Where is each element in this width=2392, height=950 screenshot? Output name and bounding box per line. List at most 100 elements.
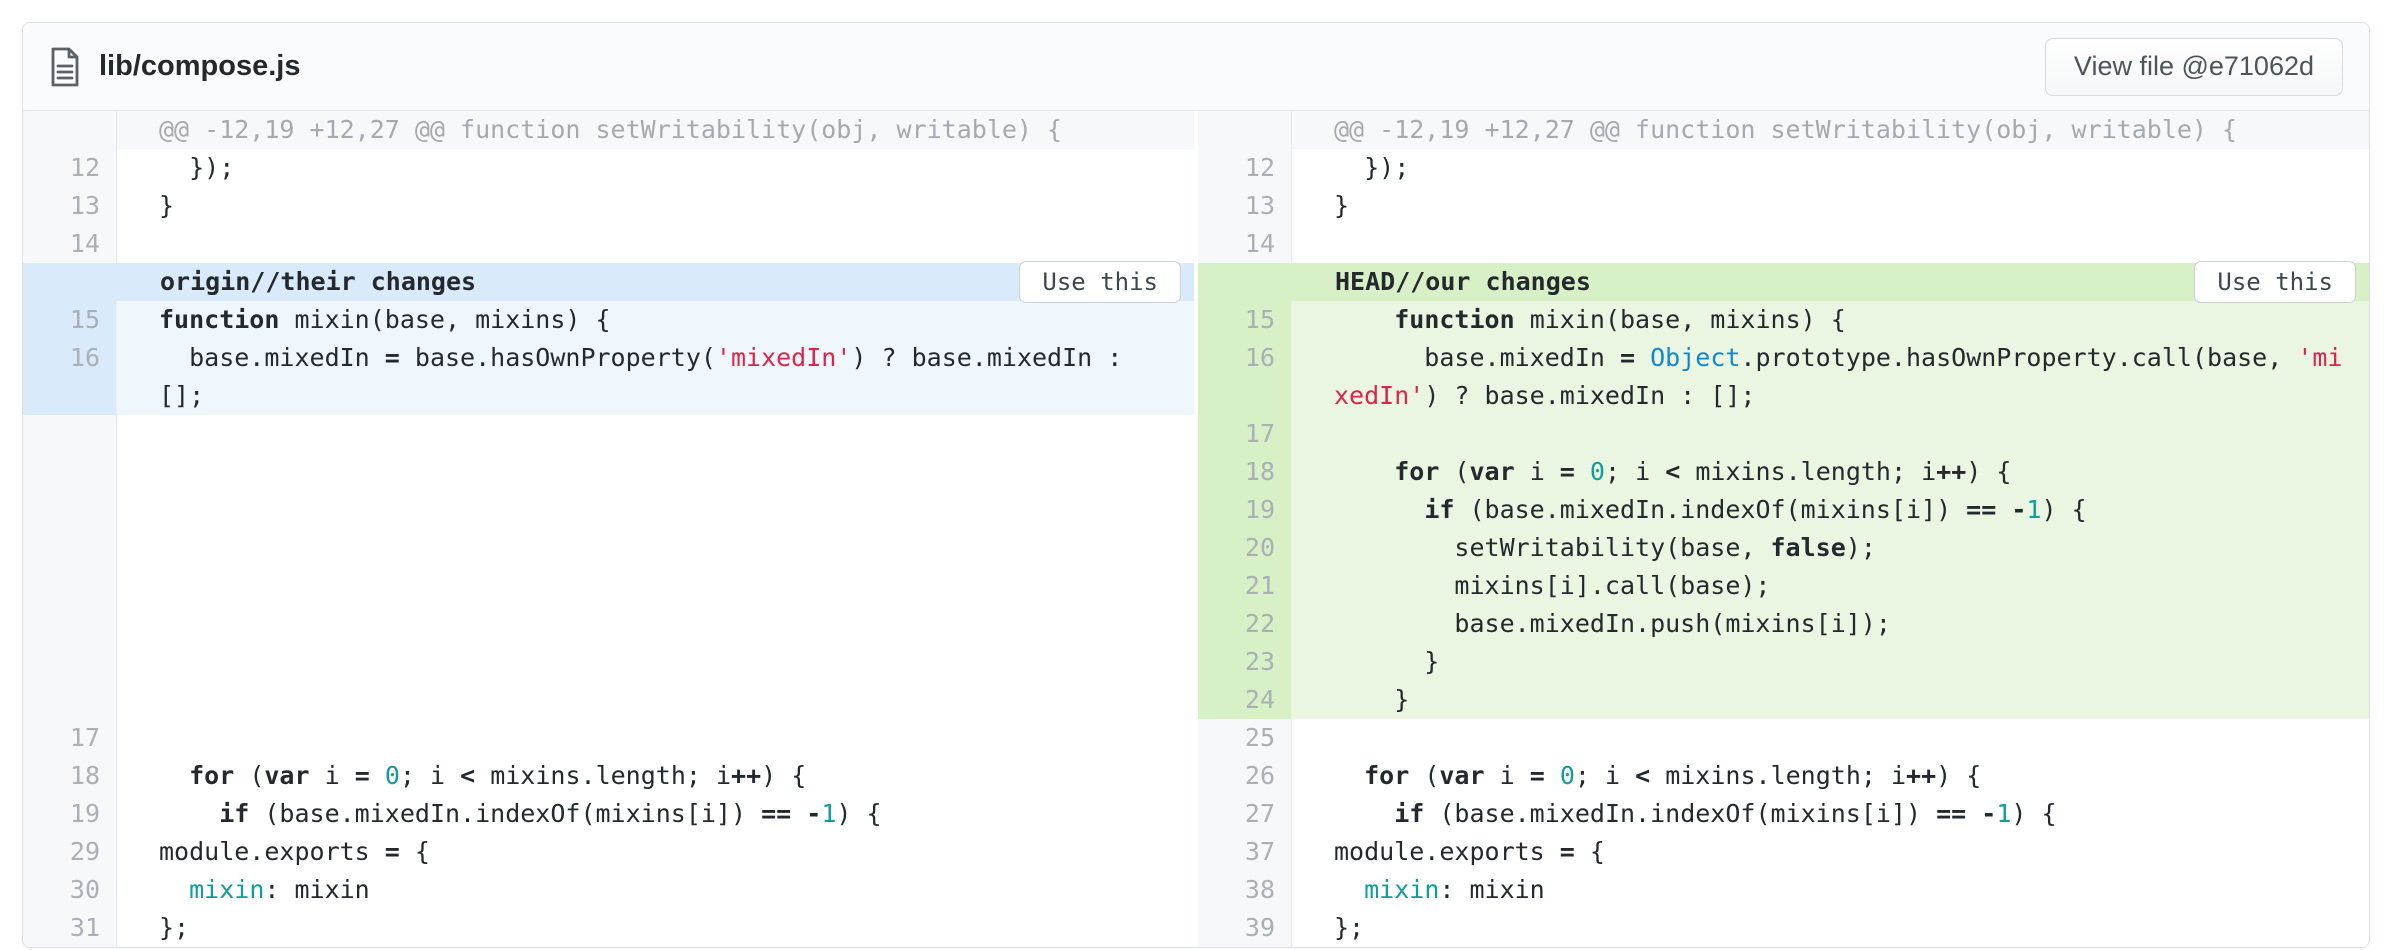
code-line: if (base.mixedIn.indexOf(mixins[i]) == -… xyxy=(1292,491,2369,529)
code-line: }); xyxy=(117,149,1194,187)
line-number: 21 xyxy=(1198,567,1292,605)
code-line: setWritability(base, false); xyxy=(1292,529,2369,567)
code-line: }; xyxy=(1292,909,2369,947)
line-number: 24 xyxy=(1198,681,1292,719)
file-icon xyxy=(49,47,81,87)
use-this-button[interactable]: Use this xyxy=(1019,261,1181,303)
use-this-button[interactable]: Use this xyxy=(2194,261,2356,303)
diff-row: 19 if (base.mixedIn.indexOf(mixins[i]) =… xyxy=(1198,491,2369,529)
code-line: } xyxy=(117,187,1194,225)
line-number: 18 xyxy=(23,757,117,795)
line-number xyxy=(23,377,117,415)
line-number: 20 xyxy=(1198,529,1292,567)
line-number: 25 xyxy=(1198,719,1292,757)
code-line: base.mixedIn = Object.prototype.hasOwnPr… xyxy=(1292,339,2369,377)
line-number: 13 xyxy=(1198,187,1292,225)
line-number xyxy=(23,415,117,719)
code-line xyxy=(117,415,1194,719)
pane-ours: @@ -12,19 +12,27 @@ function setWritabil… xyxy=(1198,111,2369,947)
line-number: 38 xyxy=(1198,871,1292,909)
diff-row: 25 xyxy=(1198,719,2369,757)
pane-theirs: @@ -12,19 +12,27 @@ function setWritabil… xyxy=(23,111,1194,947)
diff-row: 22 base.mixedIn.push(mixins[i]); xyxy=(1198,605,2369,643)
hunk-header-row: @@ -12,19 +12,27 @@ function setWritabil… xyxy=(1198,111,2369,149)
diff-row: 17 xyxy=(23,719,1194,757)
code-line xyxy=(1292,225,2369,263)
diff-row: 17 xyxy=(1198,415,2369,453)
diff-row: 37module.exports = { xyxy=(1198,833,2369,871)
diff-row: 13} xyxy=(23,187,1194,225)
diff-row: 30 mixin: mixin xyxy=(23,871,1194,909)
line-number: 17 xyxy=(23,719,117,757)
line-number: 13 xyxy=(23,187,117,225)
code-line xyxy=(117,225,1194,263)
diff-row: 15 function mixin(base, mixins) { xyxy=(1198,301,2369,339)
filler-row xyxy=(23,415,1194,719)
diff-row: 18 for (var i = 0; i < mixins.length; i+… xyxy=(1198,453,2369,491)
diff-row: 39}; xyxy=(1198,909,2369,947)
diff-row: xedIn') ? base.mixedIn : []; xyxy=(1198,377,2369,415)
diff-row: 14 xyxy=(23,225,1194,263)
code-line: []; xyxy=(117,377,1194,415)
code-line xyxy=(117,719,1194,757)
code-line: mixin: mixin xyxy=(1292,871,2369,909)
code-line: }); xyxy=(1292,149,2369,187)
diff-row: 29module.exports = { xyxy=(23,833,1194,871)
diff-row: 31}; xyxy=(23,909,1194,947)
line-number: 18 xyxy=(1198,453,1292,491)
diff-row: 23 } xyxy=(1198,643,2369,681)
line-number: 14 xyxy=(1198,225,1292,263)
file-header: lib/compose.js View file @e71062d xyxy=(23,23,2369,111)
line-number: 16 xyxy=(23,339,117,377)
conflict-label: HEAD//our changes xyxy=(1335,263,1591,301)
line-number xyxy=(1198,377,1292,415)
code-line: function mixin(base, mixins) { xyxy=(117,301,1194,339)
code-line: @@ -12,19 +12,27 @@ function setWritabil… xyxy=(1292,111,2369,149)
file-diff-card: lib/compose.js View file @e71062d @@ -12… xyxy=(22,22,2370,948)
split-diff: @@ -12,19 +12,27 @@ function setWritabil… xyxy=(23,111,2369,947)
code-line: mixins[i].call(base); xyxy=(1292,567,2369,605)
code-line: xedIn') ? base.mixedIn : []; xyxy=(1292,377,2369,415)
diff-row: 18 for (var i = 0; i < mixins.length; i+… xyxy=(23,757,1194,795)
line-number: 16 xyxy=(1198,339,1292,377)
line-number: 19 xyxy=(1198,491,1292,529)
view-file-button[interactable]: View file @e71062d xyxy=(2045,38,2343,96)
code-line: base.mixedIn.push(mixins[i]); xyxy=(1292,605,2369,643)
line-number: 30 xyxy=(23,871,117,909)
code-line: module.exports = { xyxy=(1292,833,2369,871)
line-number: 23 xyxy=(1198,643,1292,681)
code-line: mixin: mixin xyxy=(117,871,1194,909)
diff-row: 14 xyxy=(1198,225,2369,263)
diff-row: 12 }); xyxy=(1198,149,2369,187)
code-line: module.exports = { xyxy=(117,833,1194,871)
line-number: 15 xyxy=(1198,301,1292,339)
diff-row: 20 setWritability(base, false); xyxy=(1198,529,2369,567)
conflict-label: origin//their changes xyxy=(160,263,476,301)
conflict-header-row: origin//their changes Use this xyxy=(23,263,1194,301)
diff-row: 12 }); xyxy=(23,149,1194,187)
diff-row: 13} xyxy=(1198,187,2369,225)
code-line: for (var i = 0; i < mixins.length; i++) … xyxy=(117,757,1194,795)
diff-row: 15function mixin(base, mixins) { xyxy=(23,301,1194,339)
code-line: if (base.mixedIn.indexOf(mixins[i]) == -… xyxy=(1292,795,2369,833)
diff-row: []; xyxy=(23,377,1194,415)
line-number: 29 xyxy=(23,833,117,871)
line-number: 37 xyxy=(1198,833,1292,871)
line-number: 17 xyxy=(1198,415,1292,453)
line-number: 39 xyxy=(1198,909,1292,947)
conflict-header-row: HEAD//our changes Use this xyxy=(1198,263,2369,301)
diff-row: 16 base.mixedIn = Object.prototype.hasOw… xyxy=(1198,339,2369,377)
line-number: 12 xyxy=(1198,149,1292,187)
code-line: for (var i = 0; i < mixins.length; i++) … xyxy=(1292,757,2369,795)
diff-row: 16 base.mixedIn = base.hasOwnProperty('m… xyxy=(23,339,1194,377)
code-line: } xyxy=(1292,187,2369,225)
diff-row: 19 if (base.mixedIn.indexOf(mixins[i]) =… xyxy=(23,795,1194,833)
code-line: base.mixedIn = base.hasOwnProperty('mixe… xyxy=(117,339,1194,377)
line-number: 15 xyxy=(23,301,117,339)
code-line: for (var i = 0; i < mixins.length; i++) … xyxy=(1292,453,2369,491)
file-name: lib/compose.js xyxy=(99,50,300,83)
code-line: } xyxy=(1292,681,2369,719)
line-number xyxy=(1198,111,1292,149)
diff-row: 21 mixins[i].call(base); xyxy=(1198,567,2369,605)
diff-row: 27 if (base.mixedIn.indexOf(mixins[i]) =… xyxy=(1198,795,2369,833)
